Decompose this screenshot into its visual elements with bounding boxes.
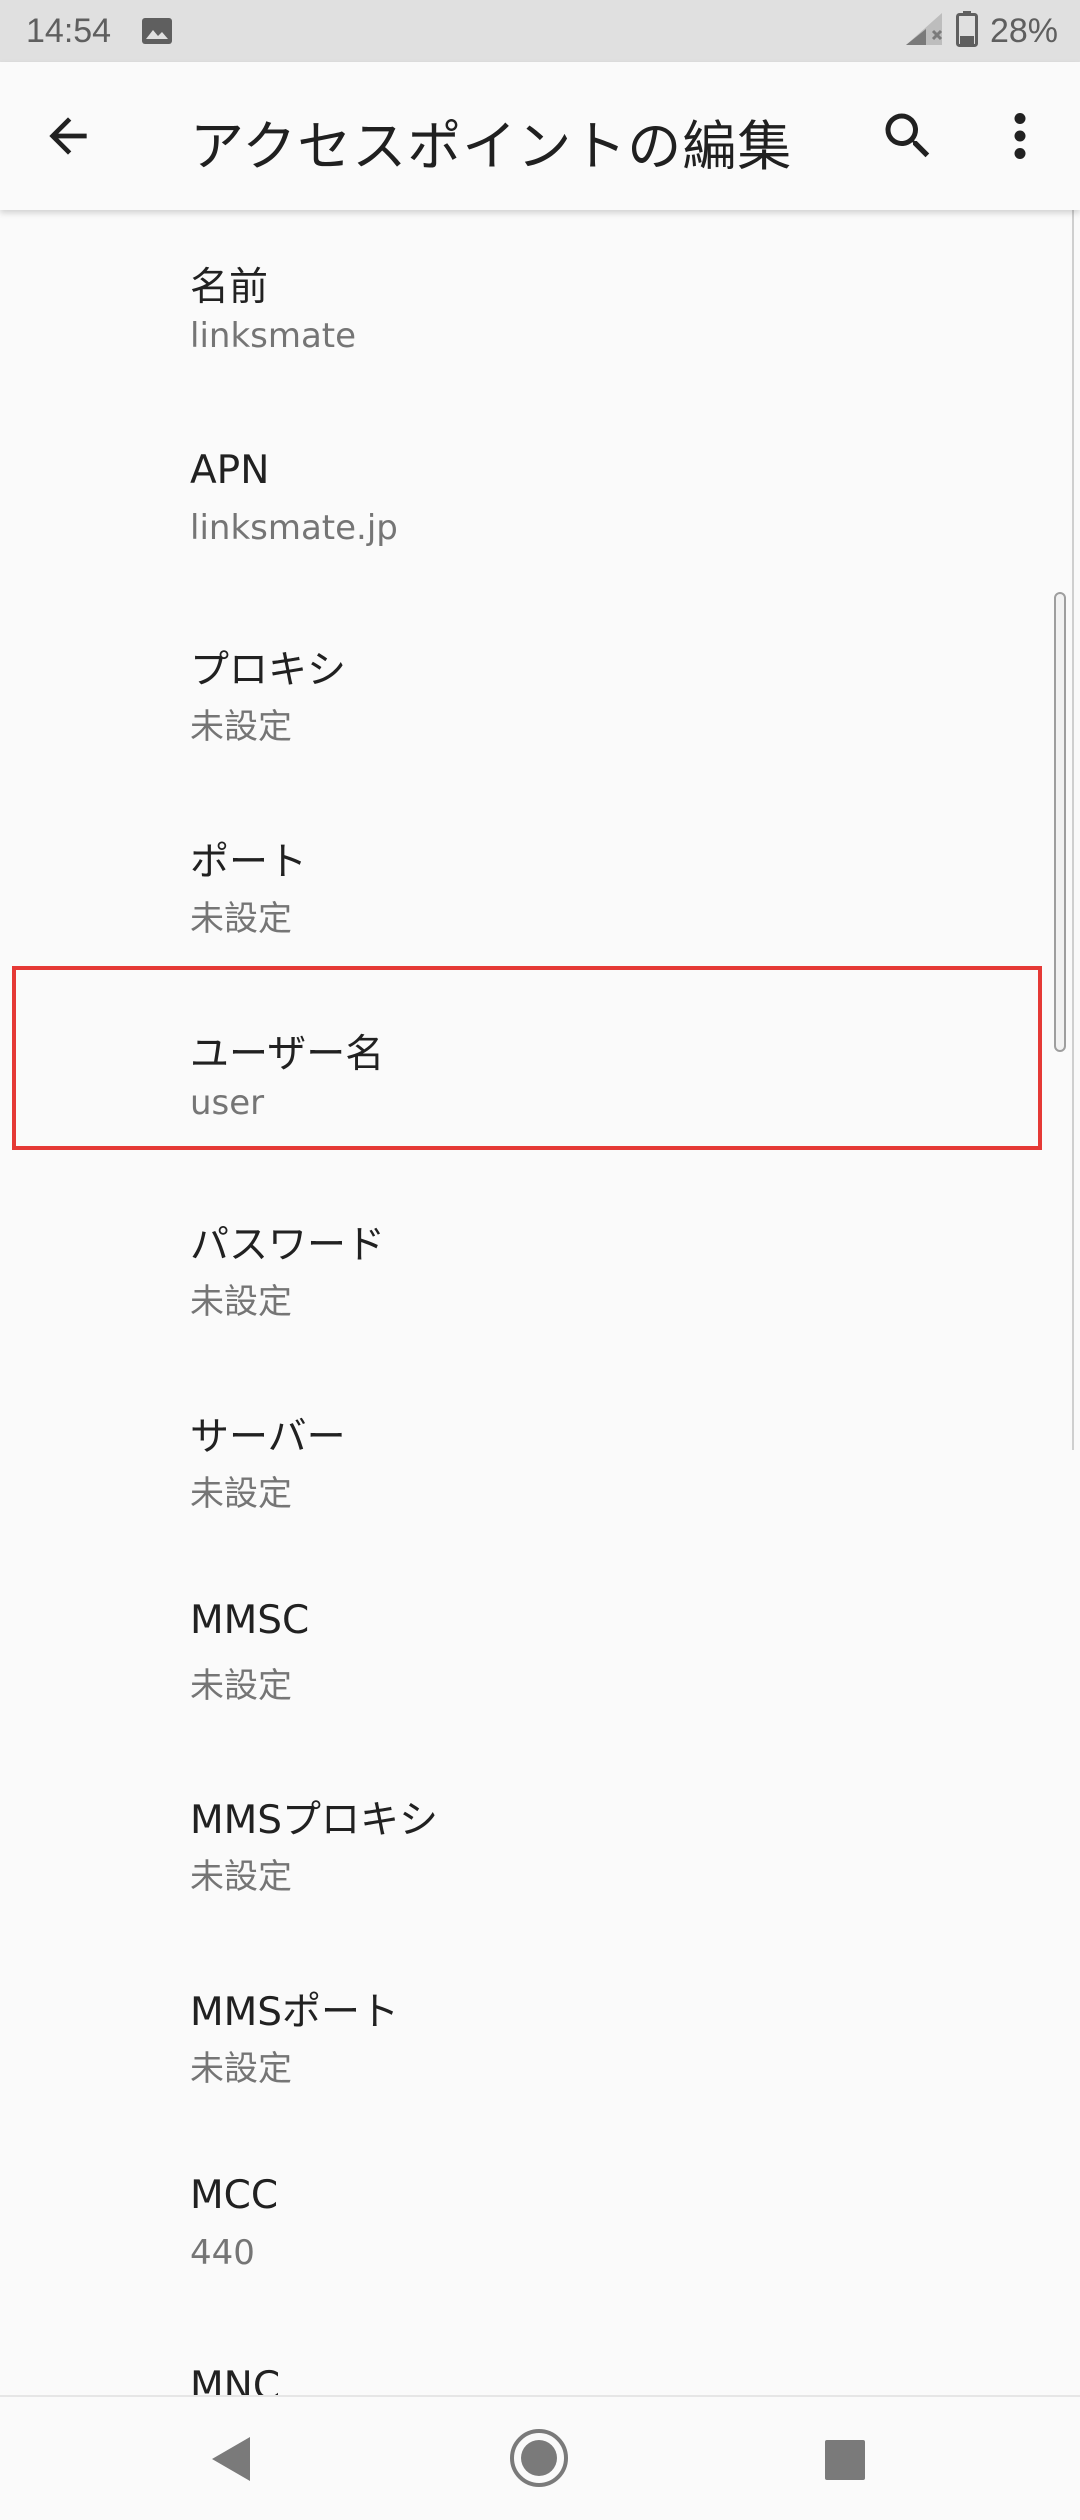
- pref-item-server[interactable]: サーバー 未設定: [0, 1360, 1080, 1552]
- pref-summary: 未設定: [190, 899, 292, 939]
- pref-title: ポート: [190, 840, 308, 885]
- pref-title: プロキシ: [190, 648, 347, 693]
- pref-item-apn[interactable]: APN linksmate.jp: [0, 402, 1080, 594]
- pref-item-mmsc[interactable]: MMSC 未設定: [0, 1552, 1080, 1744]
- pref-summary: linksmate: [190, 316, 357, 356]
- pref-item-port[interactable]: ポート 未設定: [0, 785, 1080, 977]
- pref-title: 名前: [190, 265, 269, 310]
- pref-item-username[interactable]: ユーザー名 user: [0, 977, 1080, 1169]
- pref-item-password[interactable]: パスワード 未設定: [0, 1168, 1080, 1360]
- pref-summary: 未設定: [190, 1857, 292, 1897]
- pref-item-mms-port[interactable]: MMSポート 未設定: [0, 1935, 1080, 2127]
- pref-item-proxy[interactable]: プロキシ 未設定: [0, 593, 1080, 785]
- apn-settings-list: 名前 linksmate APN linksmate.jp プロキシ 未設定 ポ…: [0, 210, 1080, 2395]
- pref-item-name[interactable]: 名前 linksmate: [0, 210, 1080, 402]
- pref-title: MNC: [190, 2364, 281, 2395]
- scroll-track: [1072, 210, 1074, 1450]
- nav-recents-icon[interactable]: [824, 2439, 866, 2481]
- nav-home-icon[interactable]: [508, 2427, 570, 2489]
- search-icon[interactable]: [878, 106, 938, 166]
- battery-icon: [955, 11, 978, 51]
- pref-item-mms-proxy[interactable]: MMSプロキシ 未設定: [0, 1743, 1080, 1935]
- pref-title: MMSC: [190, 1598, 310, 1643]
- pref-item-mcc[interactable]: MCC 440: [0, 2127, 1080, 2319]
- scrollbar[interactable]: [1054, 592, 1066, 1052]
- pref-title: MCC: [190, 2173, 279, 2218]
- pref-summary: 未設定: [190, 707, 292, 747]
- pref-title: ユーザー名: [190, 1032, 385, 1077]
- pref-title: サーバー: [190, 1415, 346, 1460]
- image-icon: [141, 17, 173, 45]
- pref-title: MMSポート: [190, 1990, 400, 2035]
- pref-title: APN: [190, 448, 270, 493]
- pref-summary: 440: [190, 2233, 255, 2273]
- page-title: アクセスポイントの編集: [190, 115, 793, 178]
- signal-icon: [904, 11, 944, 51]
- battery-percent: 28%: [989, 11, 1058, 50]
- back-arrow-icon[interactable]: [40, 108, 96, 164]
- pref-summary: 未設定: [190, 2049, 292, 2089]
- pref-title: MMSプロキシ: [190, 1798, 439, 1843]
- pref-item-mnc[interactable]: MNC 10: [0, 2318, 1080, 2395]
- pref-summary: 未設定: [190, 1282, 292, 1322]
- pref-summary: user: [190, 1083, 265, 1123]
- status-bar: 14:54 28%: [0, 0, 1080, 62]
- more-vert-icon[interactable]: [1000, 106, 1040, 166]
- pref-summary: 未設定: [190, 1666, 292, 1706]
- status-time: 14:54: [26, 11, 112, 50]
- app-bar: アクセスポイントの編集: [0, 62, 1080, 210]
- pref-title: パスワード: [190, 1223, 386, 1268]
- navigation-bar: [0, 2395, 1080, 2520]
- pref-summary: 未設定: [190, 1474, 292, 1514]
- pref-summary: linksmate.jp: [190, 508, 398, 548]
- nav-back-icon[interactable]: [206, 2433, 254, 2485]
